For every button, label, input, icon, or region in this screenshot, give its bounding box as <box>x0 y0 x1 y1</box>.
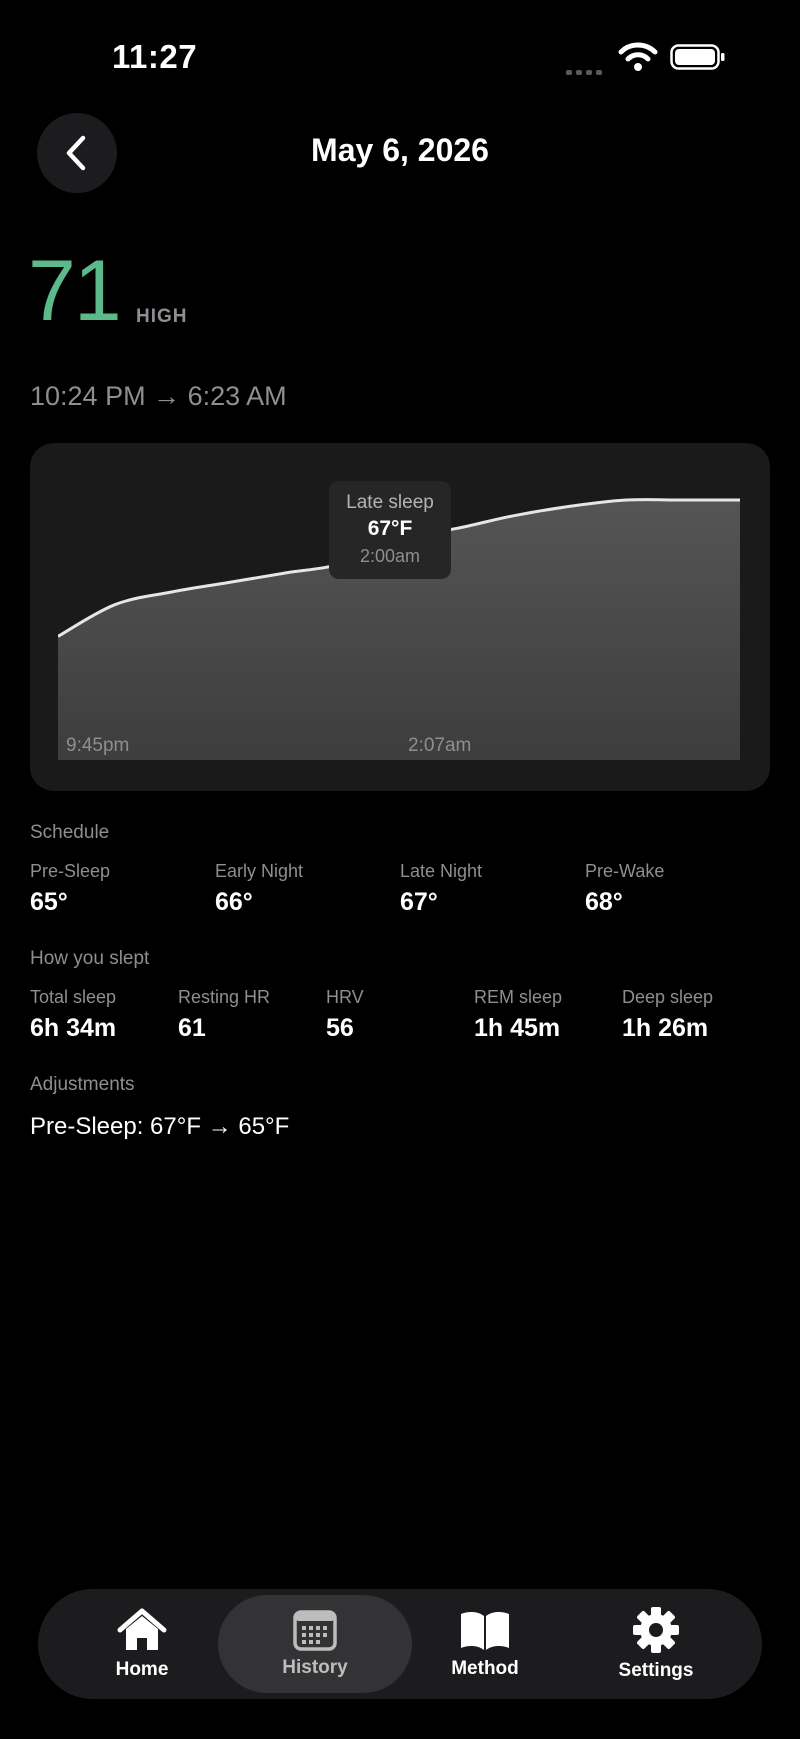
sleep-stat-label: Deep sleep <box>622 987 714 1007</box>
chart-tooltip: Late sleep 67°F 2:00am <box>329 481 451 579</box>
tab-history[interactable]: History <box>218 1595 412 1693</box>
status-time: 11:27 <box>112 38 198 75</box>
x-tick-label: 2:07am <box>408 735 471 756</box>
x-tick-label: 9:45pm <box>66 735 129 756</box>
schedule-value: 65° <box>30 888 68 916</box>
tooltip-value: 67°F <box>367 517 413 540</box>
adjustments-title: Adjustments <box>30 1074 135 1095</box>
tab-method-label: Method <box>451 1658 519 1679</box>
sleep-time-range: 10:24 PM → 6:23 AM <box>30 381 287 411</box>
sleep-stat-value: 56 <box>326 1014 354 1042</box>
tooltip-time: 2:00am <box>359 546 421 566</box>
schedule-value: 67° <box>400 888 438 916</box>
sleep-score-label: HIGH <box>136 306 188 327</box>
schedule-label: Pre-Wake <box>585 861 665 881</box>
schedule-label: Late Night <box>400 861 483 881</box>
tab-method[interactable]: Method <box>400 1595 570 1693</box>
house-icon <box>117 1608 167 1650</box>
tab-home[interactable]: Home <box>56 1595 228 1693</box>
tab-settings-label: Settings <box>618 1660 694 1681</box>
sleep-stat-value: 6h 34m <box>30 1014 117 1042</box>
battery-icon <box>670 44 725 70</box>
sleep-stat-label: Total sleep <box>30 987 117 1007</box>
cellular-signal-icon <box>566 62 606 80</box>
how-you-slept-title: How you slept <box>30 948 150 969</box>
schedule-label: Early Night <box>215 861 304 881</box>
schedule-label: Pre-Sleep <box>30 861 111 881</box>
sleep-stat-value: 1h 45m <box>474 1014 561 1042</box>
sleep-stat-value: 1h 26m <box>622 1014 709 1042</box>
book-icon <box>461 1611 509 1650</box>
schedule-value: 66° <box>215 888 253 916</box>
schedule-value: 68° <box>585 888 623 916</box>
sleep-stat-label: HRV <box>326 987 364 1007</box>
sleep-score-value: 71 <box>28 243 122 339</box>
sleep-stat-label: REM sleep <box>474 987 563 1007</box>
tab-settings[interactable]: Settings <box>570 1595 742 1693</box>
tooltip-label: Late sleep <box>346 492 434 513</box>
page-title: May 6, 2026 <box>311 132 489 168</box>
gear-icon <box>633 1607 679 1653</box>
adjustment-item: Pre-Sleep: 67°F → 65°F <box>30 1113 290 1140</box>
sleep-stat-value: 61 <box>178 1014 206 1042</box>
tab-history-label: History <box>282 1657 348 1678</box>
sleep-stat-label: Resting HR <box>178 987 271 1007</box>
tab-home-label: Home <box>115 1659 169 1680</box>
calendar-icon <box>293 1610 337 1651</box>
schedule-title: Schedule <box>30 822 110 843</box>
wifi-icon <box>618 42 658 71</box>
